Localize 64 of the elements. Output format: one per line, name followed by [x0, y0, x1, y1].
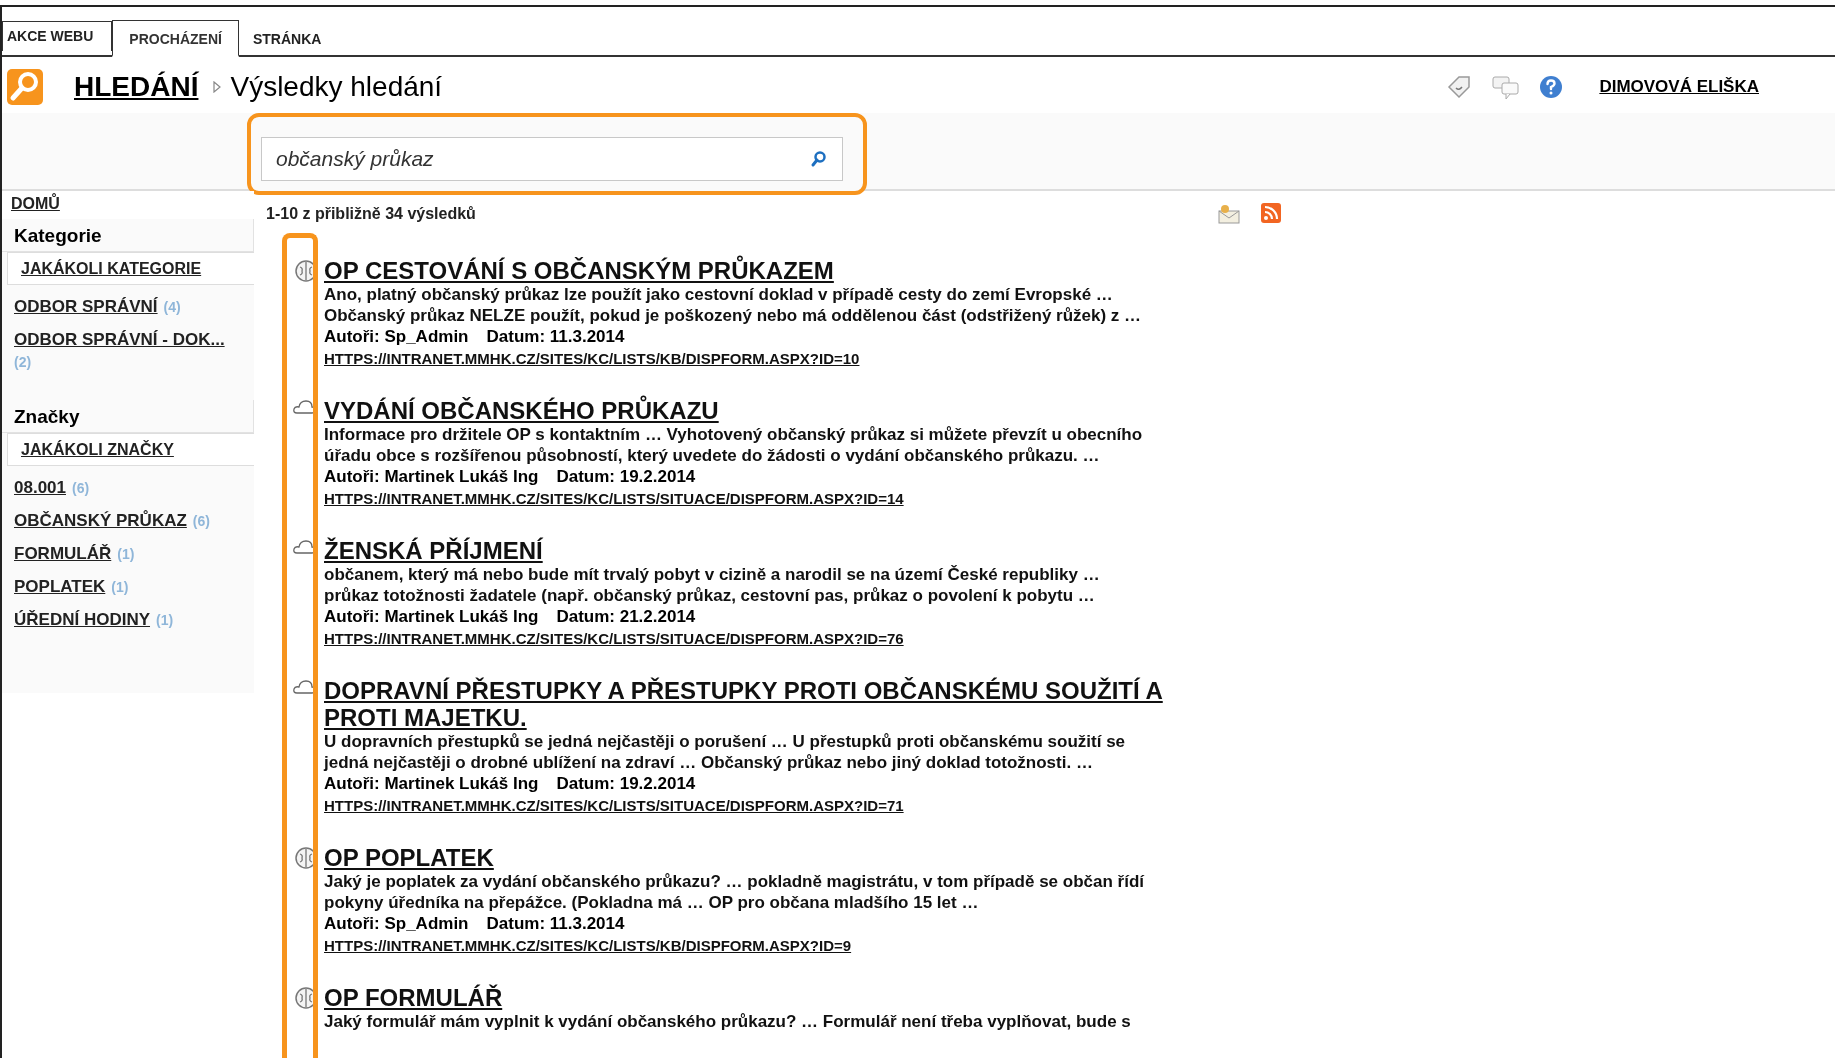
- ribbon-tab[interactable]: STRÁNKA: [238, 24, 336, 55]
- search-logo-icon: [6, 68, 44, 106]
- rss-icon[interactable]: [1260, 202, 1282, 224]
- result-title-link[interactable]: ŽENSKÁ PŘÍJMENÍ: [324, 537, 1224, 564]
- result-authors: Autoři: Martinek Lukáš Ing: [324, 606, 539, 627]
- result-date: Datum: 11.3.2014: [486, 913, 625, 934]
- result-title-link[interactable]: OP POPLATEK: [324, 844, 1224, 871]
- result-date: Datum: 21.2.2014: [556, 606, 696, 627]
- result-snippet: pokyny úředníka na přepážce. (Pokladna má … OP pro občana mladšího 15 let …: [324, 892, 980, 913]
- result-snippet: Jaký formulář mám vyplnit k vydání občanského průkazu? … Formulář není třeba vyplňovat, bude s: [324, 1011, 1132, 1032]
- result-count: (6): [72, 480, 90, 496]
- ribbon-tab[interactable]: AKCE WEBU: [2, 21, 113, 51]
- refiner-link[interactable]: ÚŘEDNÍ HODINY: [14, 610, 150, 630]
- ribbon-tab[interactable]: PROCHÁZENÍ: [112, 20, 239, 57]
- result-url-link[interactable]: HTTPS://INTRANET.MMHK.CZ/SITES/KC/LISTS/SITUACE/DISPFORM.ASPX?ID=14: [324, 487, 1224, 511]
- refiner-link[interactable]: 08.001: [14, 478, 66, 498]
- result-snippet: úřadu obce s rozšířenou působností, který uvedete do žádosti o vydání občanského průkazu. …: [324, 445, 1101, 466]
- refiner-link[interactable]: JAKÁKOLI ZNAČKY: [7, 433, 254, 466]
- user-menu-link[interactable]: DIMOVOVÁ ELIŠKA: [1599, 77, 1759, 97]
- search-field[interactable]: občanský průkaz: [261, 137, 843, 181]
- result-count: (1): [156, 612, 174, 628]
- result-url-link[interactable]: HTTPS://INTRANET.MMHK.CZ/SITES/KC/LISTS/KB/DISPFORM.ASPX?ID=10: [324, 347, 1224, 371]
- result-snippet: Ano, platný občanský průkaz lze použít jako cestovní doklad v případě cesty do zemí Evropské …: [324, 284, 1114, 305]
- result-count: (1): [111, 579, 129, 595]
- result-date: Datum: 19.2.2014: [556, 466, 696, 487]
- refiner-link[interactable]: POPLATEK: [14, 577, 106, 597]
- result-count: (2): [14, 354, 32, 370]
- breadcrumb-arrow-icon: [212, 81, 223, 93]
- result-url-link[interactable]: HTTPS://INTRANET.MMHK.CZ/SITES/KC/LISTS/SITUACE/DISPFORM.ASPX?ID=76: [324, 627, 1224, 651]
- result-date: Datum: 19.2.2014: [556, 773, 696, 794]
- result-snippet: Jaký je poplatek za vydání občanského průkazu? … pokladně magistrátu, v tom případě se občan řídí: [324, 871, 1146, 892]
- result-url-link[interactable]: HTTPS://INTRANET.MMHK.CZ/SITES/KC/LISTS/SITUACE/DISPFORM.ASPX?ID=71: [324, 794, 1224, 818]
- result-title-link[interactable]: VYDÁNÍ OBČANSKÉHO PRŮKAZU: [324, 397, 1224, 424]
- result-authors: Autoři: Martinek Lukáš Ing: [324, 466, 539, 487]
- refiner-link[interactable]: ODBOR SPRÁVNÍ - DOK...: [14, 330, 225, 350]
- results-summary: 1-10 z přibližně 34 výsledků: [266, 205, 476, 223]
- page-title: Výsledky hledání: [230, 71, 443, 103]
- speech-bubbles-icon[interactable]: [1491, 73, 1522, 101]
- search-icon[interactable]: [810, 150, 828, 168]
- alert-icon[interactable]: [1216, 202, 1242, 226]
- result-snippet: Občanský průkaz NELZE použít, pokud je poškozený nebo má oddělenou část (odstřižený růžek) z …: [324, 305, 1143, 326]
- result-title-link[interactable]: OP FORMULÁŘ: [324, 984, 1224, 1011]
- refiner-link[interactable]: ODBOR SPRÁVNÍ: [14, 297, 158, 317]
- result-snippet: občanem, který má nebo bude mít trvalý pobyt v cizině a narodil se na území České republiky …: [324, 564, 1101, 585]
- result-authors: Autoři: Sp_Admin: [324, 913, 469, 934]
- result-authors: Autoři: Martinek Lukáš Ing: [324, 773, 539, 794]
- result-snippet: průkaz totožnosti žadatele (např. občanský průkaz, cestovní pas, průkaz o povolení k pobytu …: [324, 585, 1096, 606]
- refiner-link[interactable]: OBČANSKÝ PRŮKAZ: [14, 511, 187, 531]
- result-snippet: Informace pro držitele OP s kontaktním … Vyhotovený občanský průkaz si můžete převzít u obecního: [324, 424, 1144, 445]
- result-title-link[interactable]: DOPRAVNÍ PŘESTUPKY A PŘESTUPKY PROTI OBČANSKÉMU SOUŽITÍ A PROTI MAJETKU.: [324, 677, 1224, 731]
- result-count: (4): [163, 299, 181, 315]
- refiner-link[interactable]: FORMULÁŘ: [14, 544, 112, 564]
- result-count: (6): [192, 513, 210, 529]
- result-date: Datum: 11.3.2014: [486, 326, 625, 347]
- result-snippet: jedná nejčastěji o drobné ublížení na zdraví … Občanský průkaz nebo jiný doklad totožnosti. …: [324, 752, 1094, 773]
- home-link[interactable]: DOMŮ: [2, 191, 254, 219]
- breadcrumb-link[interactable]: HLEDÁNÍ: [74, 71, 199, 103]
- result-snippet: U dopravních přestupků se jedná nejčastěji o porušení … U přestupků proti občanskému soužití se: [324, 731, 1127, 752]
- refiner-link[interactable]: JAKÁKOLI KATEGORIE: [7, 252, 254, 285]
- result-title-link[interactable]: OP CESTOVÁNÍ S OBČANSKÝM PRŮKAZEM: [324, 257, 1224, 284]
- help-icon[interactable]: [1539, 75, 1564, 99]
- result-authors: Autoři: Sp_Admin: [324, 326, 469, 347]
- result-count: (1): [117, 546, 135, 562]
- result-url-link[interactable]: HTTPS://INTRANET.MMHK.CZ/SITES/KC/LISTS/KB/DISPFORM.ASPX?ID=9: [324, 934, 1224, 958]
